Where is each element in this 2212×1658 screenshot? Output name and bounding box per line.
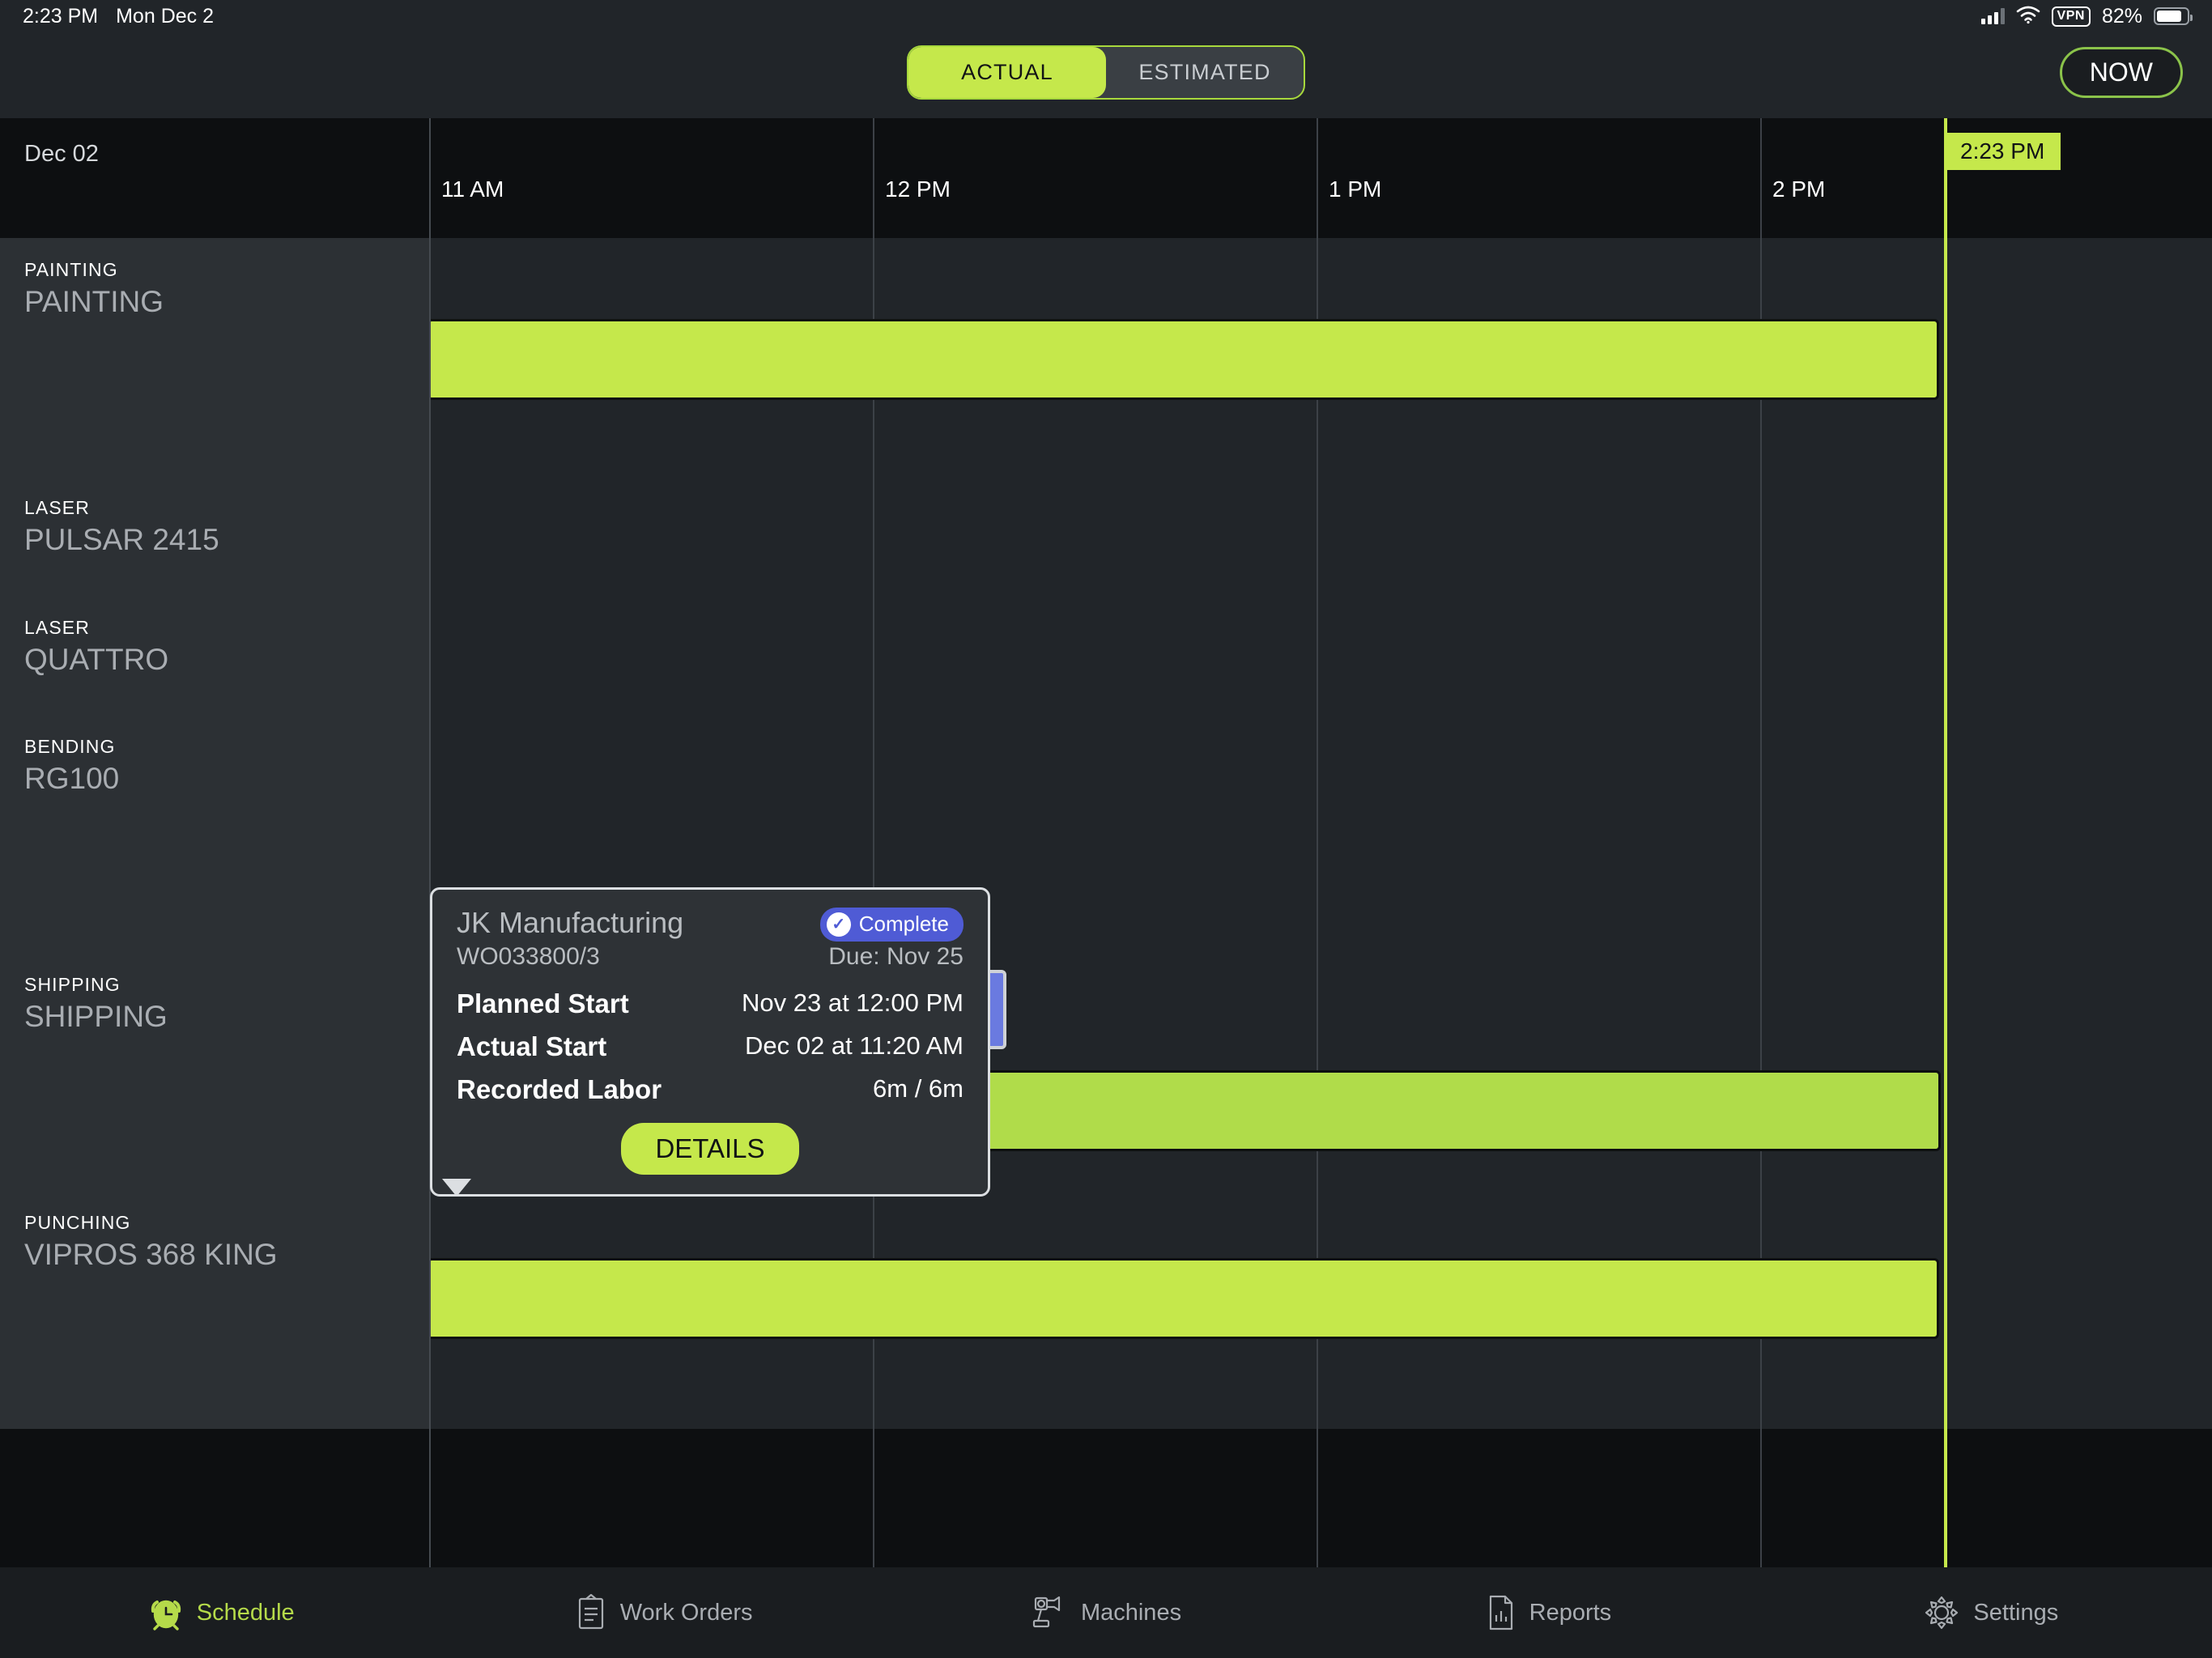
cellular-signal-icon bbox=[1981, 8, 2005, 24]
tab-label: Schedule bbox=[197, 1600, 295, 1626]
popover-field-recorded-labor: Recorded Labor 6m / 6m bbox=[457, 1074, 963, 1105]
now-time-chip: 2:23 PM bbox=[1944, 133, 2061, 170]
tab-label: Settings bbox=[1973, 1600, 2058, 1626]
popover-field-planned-start: Planned Start Nov 23 at 12:00 PM bbox=[457, 988, 963, 1019]
tab-reports[interactable]: Reports bbox=[1327, 1594, 1769, 1631]
tab-work-orders[interactable]: Work Orders bbox=[442, 1594, 884, 1631]
details-button[interactable]: DETAILS bbox=[621, 1123, 798, 1175]
row-machine-label: VIPROS 368 KING bbox=[24, 1238, 278, 1272]
tab-label: Work Orders bbox=[620, 1600, 753, 1626]
status-bar: 2:23 PM Mon Dec 2 VPN 82% bbox=[0, 0, 2212, 32]
sidebar-row-painting-body[interactable] bbox=[0, 356, 430, 476]
date-header: Dec 02 bbox=[0, 118, 430, 238]
row-machine-label: RG100 bbox=[24, 762, 119, 796]
field-value: Dec 02 at 11:20 AM bbox=[745, 1031, 963, 1062]
status-bar-left: 2:23 PM Mon Dec 2 bbox=[23, 5, 214, 28]
gear-icon bbox=[1923, 1594, 1960, 1631]
popover-due-date: Due: Nov 25 bbox=[828, 943, 963, 971]
field-label: Recorded Labor bbox=[457, 1074, 661, 1105]
row-dept-label: LASER bbox=[24, 617, 90, 639]
now-time-indicator-line bbox=[1944, 118, 1947, 1567]
status-bar-right: VPN 82% bbox=[1981, 5, 2189, 28]
time-tick-12pm: 12 PM bbox=[885, 176, 951, 202]
popover-work-order-number: WO033800/3 bbox=[457, 943, 600, 971]
popover-header: JK Manufacturing ✓ Complete bbox=[457, 908, 963, 942]
clipboard-icon bbox=[575, 1594, 607, 1631]
status-badge-label: Complete bbox=[859, 912, 949, 937]
sidebar-row-punching[interactable]: PUNCHING VIPROS 368 KING bbox=[0, 1191, 430, 1429]
gantt-bar-painting[interactable] bbox=[430, 319, 1939, 400]
bottom-tab-bar: Schedule Work Orders Machines bbox=[0, 1567, 2212, 1658]
tab-estimated[interactable]: ESTIMATED bbox=[1106, 47, 1304, 98]
popover-field-actual-start: Actual Start Dec 02 at 11:20 AM bbox=[457, 1031, 963, 1062]
status-time: 2:23 PM bbox=[23, 5, 98, 28]
row-dept-label: PAINTING bbox=[24, 259, 118, 281]
row-dept-label: SHIPPING bbox=[24, 974, 121, 996]
time-tick-11am: 11 AM bbox=[441, 176, 504, 202]
vpn-badge: VPN bbox=[2052, 6, 2091, 27]
sidebar-row-painting[interactable]: PAINTING PAINTING bbox=[0, 238, 430, 358]
popover-subheader: WO033800/3 Due: Nov 25 bbox=[457, 943, 963, 971]
wifi-icon bbox=[2016, 5, 2040, 28]
field-value: 6m / 6m bbox=[873, 1074, 963, 1105]
row-dept-label: BENDING bbox=[24, 736, 116, 758]
row-machine-label: PAINTING bbox=[24, 285, 164, 319]
report-chart-icon bbox=[1486, 1594, 1516, 1631]
status-date: Mon Dec 2 bbox=[116, 5, 214, 28]
robot-arm-icon bbox=[1031, 1594, 1068, 1631]
tab-settings[interactable]: Settings bbox=[1770, 1594, 2212, 1631]
time-tick-2pm: 2 PM bbox=[1772, 176, 1825, 202]
field-label: Actual Start bbox=[457, 1031, 606, 1062]
popover-arrow bbox=[442, 1179, 471, 1197]
sidebar-timeline-divider bbox=[429, 118, 431, 1567]
time-tick-1pm: 1 PM bbox=[1329, 176, 1381, 202]
check-circle-icon: ✓ bbox=[827, 912, 851, 937]
now-button[interactable]: NOW bbox=[2060, 47, 2183, 98]
tab-label: Reports bbox=[1529, 1600, 1612, 1626]
row-machine-label: QUATTRO bbox=[24, 643, 168, 677]
work-order-popover[interactable]: JK Manufacturing ✓ Complete WO033800/3 D… bbox=[430, 887, 990, 1197]
row-machine-label: PULSAR 2415 bbox=[24, 523, 219, 557]
machine-sidebar: Dec 02 PAINTING PAINTING LASER PULSAR 24… bbox=[0, 118, 430, 1567]
popover-company-name: JK Manufacturing bbox=[457, 908, 683, 938]
sidebar-row-bending-rg100[interactable]: BENDING RG100 bbox=[0, 715, 430, 953]
field-value: Nov 23 at 12:00 PM bbox=[742, 988, 963, 1019]
tab-schedule[interactable]: Schedule bbox=[0, 1595, 442, 1630]
top-toolbar: ACTUAL ESTIMATED NOW bbox=[0, 32, 2212, 118]
battery-icon bbox=[2154, 7, 2189, 25]
tab-machines[interactable]: Machines bbox=[885, 1594, 1327, 1631]
gantt-bar-punching[interactable] bbox=[430, 1258, 1939, 1339]
field-label: Planned Start bbox=[457, 988, 629, 1019]
schedule-gantt: Dec 02 PAINTING PAINTING LASER PULSAR 24… bbox=[0, 118, 2212, 1567]
view-mode-segmented-control[interactable]: ACTUAL ESTIMATED bbox=[907, 45, 1305, 100]
tab-label: Machines bbox=[1081, 1600, 1181, 1626]
timeline-area[interactable]: 11 AM 12 PM 1 PM 2 PM 2:23 PM bbox=[430, 118, 2212, 1567]
row-machine-label: SHIPPING bbox=[24, 1000, 168, 1034]
row-dept-label: LASER bbox=[24, 497, 90, 519]
tab-actual[interactable]: ACTUAL bbox=[908, 47, 1106, 98]
row-dept-label: PUNCHING bbox=[24, 1212, 130, 1234]
sidebar-row-shipping[interactable]: SHIPPING SHIPPING bbox=[0, 953, 430, 1191]
battery-percent: 82% bbox=[2102, 5, 2142, 28]
alarm-clock-icon bbox=[148, 1595, 184, 1630]
status-badge: ✓ Complete bbox=[820, 908, 963, 942]
